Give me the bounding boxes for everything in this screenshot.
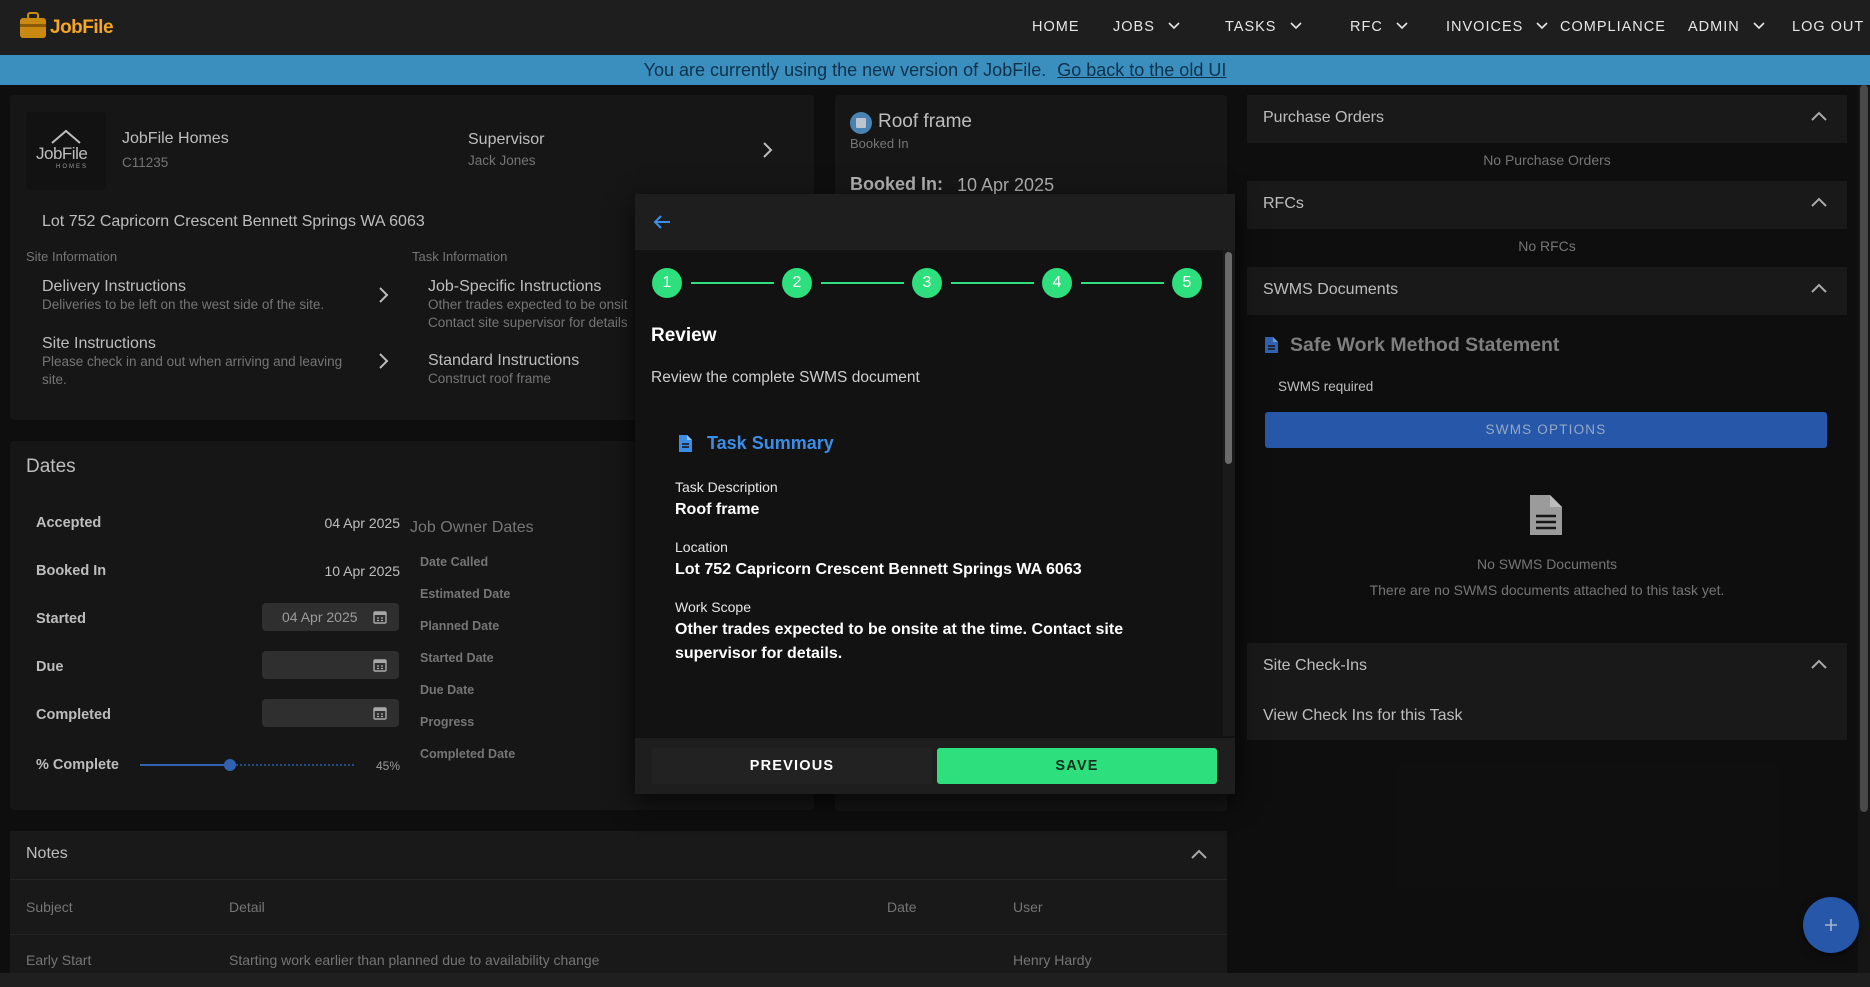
work-scope-value: Other trades expected to be onsite at th… [675,621,1124,662]
stepper-connector [951,282,1034,284]
nav-logout[interactable]: LOG OUT [1792,0,1864,55]
chevron-down-icon [1753,22,1765,29]
step-1[interactable]: 1 [652,268,682,298]
step-3[interactable]: 3 [912,268,942,298]
previous-button[interactable]: PREVIOUS [652,748,932,784]
review-heading: Review [651,325,717,346]
modal-scrollbar[interactable] [1223,250,1235,736]
back-arrow-icon[interactable] [653,214,671,230]
nav-admin[interactable]: ADMIN [1688,0,1765,55]
top-nav-bar: JobFile HOME JOBS TASKS RFC INVOICES COM… [0,0,1870,55]
chevron-down-icon [1536,22,1548,29]
step-2[interactable]: 2 [782,268,812,298]
step-5[interactable]: 5 [1172,268,1202,298]
document-icon [679,435,692,452]
location-label: Location [675,539,728,555]
stepper-connector [1081,282,1164,284]
version-banner: You are currently using the new version … [0,55,1870,85]
nav-tasks-label: TASKS [1225,19,1277,35]
nav-rfc-label: RFC [1350,19,1383,35]
task-description-value: Roof frame [675,501,760,518]
location-value: Lot 752 Capricorn Crescent Bennett Sprin… [675,561,1082,578]
work-scope-label: Work Scope [675,599,751,615]
nav-compliance[interactable]: COMPLIANCE [1560,0,1666,55]
save-button[interactable]: SAVE [937,748,1217,784]
nav-jobs[interactable]: JOBS [1113,0,1180,55]
task-description-label: Task Description [675,479,778,495]
banner-text: You are currently using the new version … [643,60,1047,80]
task-summary-title: Task Summary [707,433,834,453]
jobfile-logo[interactable]: JobFile [16,8,114,46]
modal-header [635,194,1235,250]
stepper-connector [821,282,904,284]
chevron-down-icon [1168,22,1180,29]
chevron-down-icon [1289,22,1302,29]
nav-admin-label: ADMIN [1688,19,1740,35]
nav-tasks[interactable]: TASKS [1225,0,1302,55]
logo-text: JobFile [50,17,114,38]
nav-invoices-label: INVOICES [1446,19,1524,35]
modal-scrollbar-thumb[interactable] [1225,252,1232,464]
review-subheading: Review the complete SWMS document [651,369,920,386]
chevron-down-icon [1396,22,1408,29]
nav-rfc[interactable]: RFC [1350,0,1408,55]
step-4[interactable]: 4 [1042,268,1072,298]
nav-home[interactable]: HOME [1032,0,1080,55]
nav-jobs-label: JOBS [1113,19,1155,35]
stepper-connector [691,282,774,284]
nav-invoices[interactable]: INVOICES [1446,0,1548,55]
old-ui-link[interactable]: Go back to the old UI [1057,60,1226,80]
